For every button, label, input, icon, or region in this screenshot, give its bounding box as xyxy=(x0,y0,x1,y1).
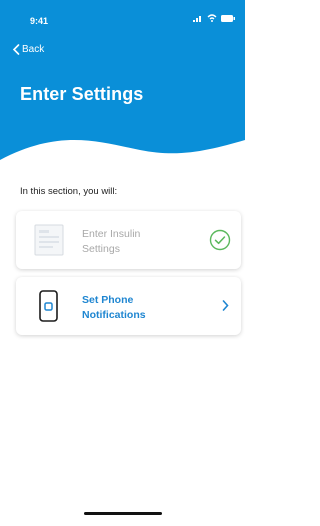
signal-icon xyxy=(193,15,201,22)
step-label-line1: Set Phone xyxy=(82,294,134,306)
chevron-right-icon xyxy=(222,300,229,311)
step-card-insulin-settings[interactable]: Enter Insulin Settings xyxy=(16,211,241,269)
section-intro: In this section, you will: xyxy=(20,186,118,197)
chevron-left-icon xyxy=(12,44,20,55)
phone-icon xyxy=(39,290,58,322)
step-label-line2: Settings xyxy=(82,243,120,255)
step-label: Enter Insulin Settings xyxy=(82,227,192,257)
check-circle-icon xyxy=(209,229,231,251)
status-bar: 9:41 xyxy=(0,0,245,40)
home-indicator xyxy=(84,512,162,515)
step-card-phone-notifications[interactable]: Set Phone Notifications xyxy=(16,277,241,335)
page-title: Enter Settings xyxy=(20,84,144,104)
settings-document-icon xyxy=(34,224,64,256)
status-icons xyxy=(193,14,235,22)
step-label-line1: Enter Insulin xyxy=(82,228,141,240)
status-time: 9:41 xyxy=(30,16,49,26)
step-label: Set Phone Notifications xyxy=(82,293,192,323)
step-label-line2: Notifications xyxy=(82,309,146,321)
header: 9:41 Back Enter Settings xyxy=(0,0,245,170)
battery-icon xyxy=(221,14,235,22)
back-label: Back xyxy=(22,44,45,55)
back-button[interactable]: Back xyxy=(12,44,44,55)
wifi-icon xyxy=(207,14,217,22)
